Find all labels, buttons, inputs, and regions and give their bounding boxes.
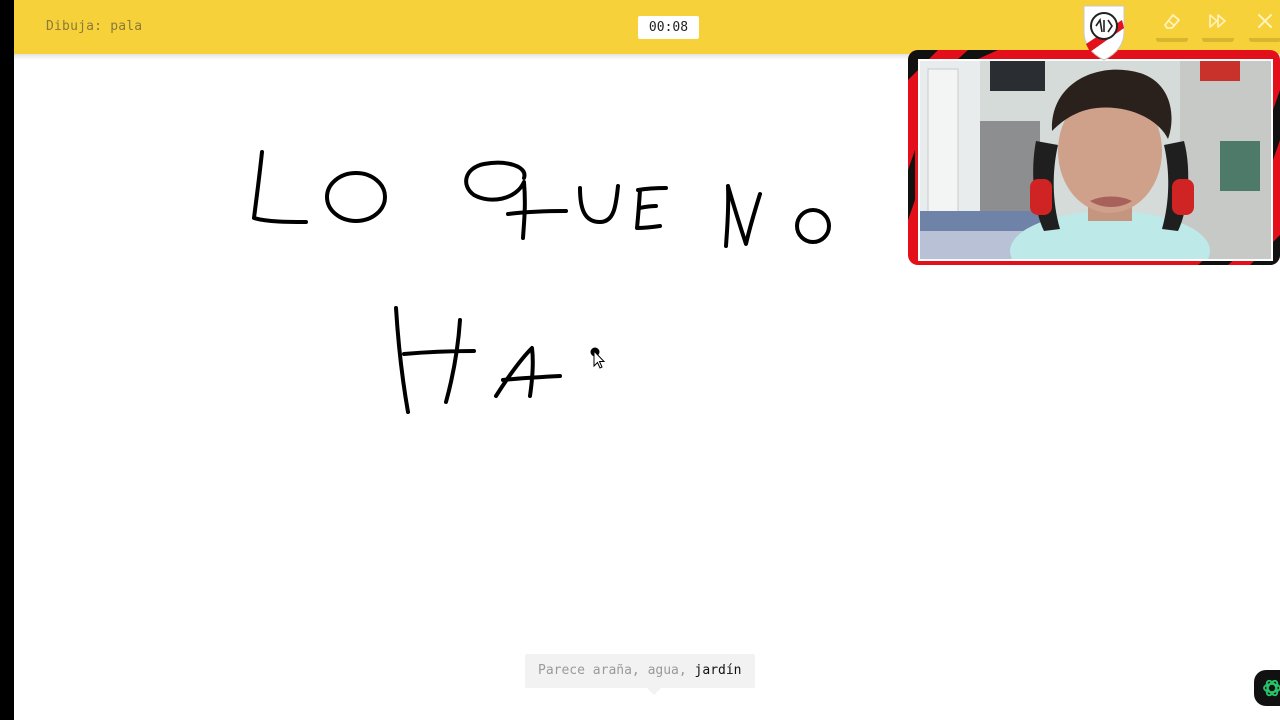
guess-hint-highlight: jardín bbox=[694, 663, 742, 678]
stroke-q-bar bbox=[506, 209, 568, 216]
stroke-letter-u bbox=[578, 184, 620, 224]
stroke-letter-h bbox=[394, 306, 476, 414]
webcam-scene-image bbox=[920, 61, 1271, 259]
stroke-letter-a bbox=[494, 346, 562, 398]
stroke-letter-n bbox=[724, 184, 762, 248]
river-plate-crest-icon bbox=[1080, 2, 1128, 62]
stroke-letter-o bbox=[325, 171, 387, 223]
stroke-letter-q bbox=[464, 160, 527, 240]
openai-logo-icon bbox=[1263, 679, 1280, 697]
chat-assistant-button[interactable] bbox=[1254, 670, 1280, 706]
stroke-letter-o2 bbox=[795, 208, 831, 244]
stroke-letter-e bbox=[635, 186, 668, 230]
webcam-video bbox=[918, 59, 1273, 261]
guess-hint-bubble: Parece araña, agua, jardín bbox=[525, 654, 755, 695]
guess-hint-prefix: Parece araña, agua, bbox=[538, 663, 695, 678]
stroke-letter-l bbox=[252, 150, 308, 224]
webcam-overlay bbox=[908, 50, 1280, 265]
